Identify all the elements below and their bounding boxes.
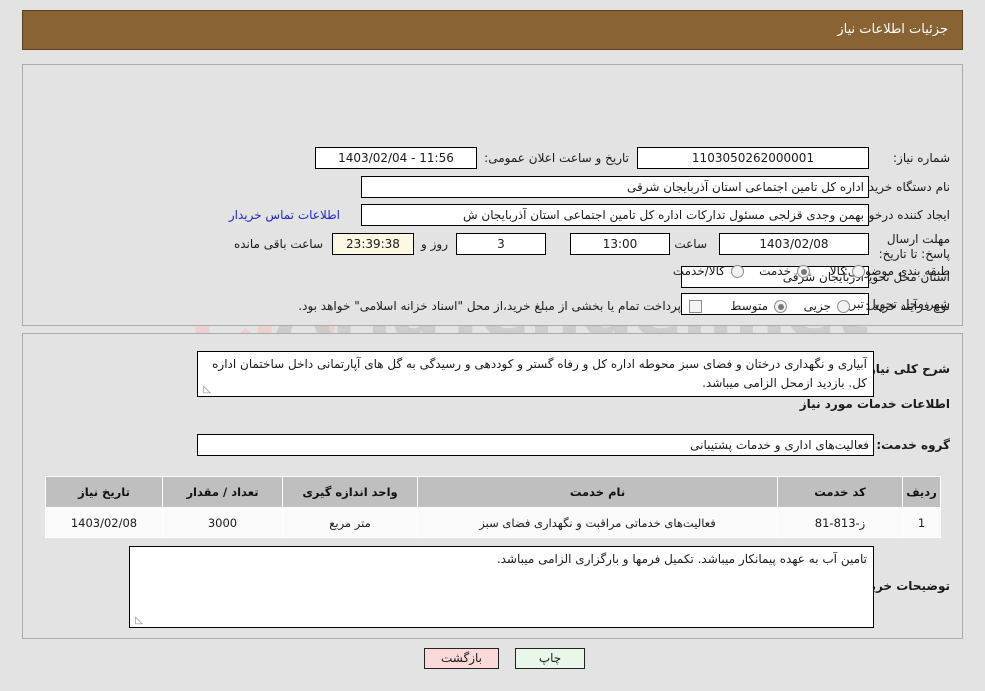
print-button[interactable]: چاپ bbox=[515, 648, 585, 669]
radio-process-motevasset[interactable] bbox=[774, 300, 787, 313]
cell-radif: 1 bbox=[902, 507, 941, 538]
deadline-label: مهلت ارسال پاسخ: تا تاریخ: bbox=[878, 232, 950, 261]
table-row: 1 ز-813-81 فعالیت‌های خدماتی مراقبت و نگ… bbox=[45, 507, 941, 538]
radio-category-kala[interactable] bbox=[852, 265, 865, 278]
need-number-label: شماره نیاز: bbox=[893, 151, 950, 165]
hour-label: ساعت bbox=[674, 237, 707, 251]
col-service-name: نام خدمت bbox=[417, 476, 778, 508]
public-announce-field: 11:56 - 1403/02/04 bbox=[315, 147, 477, 169]
col-need-date: تاریخ نیاز bbox=[45, 476, 163, 508]
radio-category-kala-khedmat[interactable] bbox=[731, 265, 744, 278]
radio-process-jozei-label: جزیی bbox=[803, 299, 831, 313]
days-remaining-field: 3 bbox=[456, 233, 546, 255]
page-header-bar: جزئیات اطلاعات نیاز bbox=[22, 10, 963, 50]
deadline-date-field: 1403/02/08 bbox=[719, 233, 869, 255]
cell-need-date: 1403/02/08 bbox=[45, 507, 163, 538]
cell-service-name: فعالیت‌های خدماتی مراقبت و نگهداری فضای … bbox=[417, 507, 778, 538]
service-group-label: گروه خدمت: bbox=[876, 438, 950, 452]
resize-grip-icon[interactable]: ◺ bbox=[201, 385, 211, 395]
buyer-notes-textarea[interactable]: تامین آب به عهده پیمانکار میباشد. تکمیل … bbox=[129, 546, 874, 628]
buyer-org-label: نام دستگاه خریدار: bbox=[855, 180, 951, 194]
cell-quantity: 3000 bbox=[162, 507, 283, 538]
general-desc-textarea[interactable]: آبیاری و نگهداری درختان و فضای سبز محوطه… bbox=[197, 351, 874, 397]
cell-unit: متر مربع bbox=[282, 507, 418, 538]
col-unit: واحد اندازه گیری bbox=[282, 476, 418, 508]
radio-category-khedmat[interactable] bbox=[797, 265, 810, 278]
radio-category-kala-label: کالا bbox=[829, 264, 846, 278]
col-radif: ردیف bbox=[902, 476, 941, 508]
general-desc-label: شرح کلی نیاز: bbox=[864, 362, 950, 376]
radio-category-kala-khedmat-label: کالا/خدمت bbox=[672, 264, 725, 278]
page-title: جزئیات اطلاعات نیاز bbox=[837, 22, 948, 37]
col-service-code: کد خدمت bbox=[777, 476, 903, 508]
public-announce-label: تاریخ و ساعت اعلان عمومی: bbox=[484, 151, 629, 165]
hour-value-field: 13:00 bbox=[570, 233, 670, 255]
services-table: ردیف کد خدمت نام خدمت واحد اندازه گیری ت… bbox=[45, 476, 941, 538]
col-quantity: تعداد / مقدار bbox=[162, 476, 283, 508]
days-label: روز و bbox=[421, 237, 448, 251]
service-group-field: فعالیت‌های اداری و خدمات پشتیبانی bbox=[197, 434, 874, 456]
buyer-org-field: اداره کل تامین اجتماعی استان آذربایجان ش… bbox=[361, 176, 869, 198]
back-button[interactable]: بازگشت bbox=[424, 648, 499, 669]
radio-category-khedmat-label: خدمت bbox=[759, 264, 791, 278]
general-desc-text: آبیاری و نگهداری درختان و فضای سبز محوطه… bbox=[212, 357, 867, 390]
process-type-label: نوع فرآیند خرید : bbox=[865, 299, 950, 313]
countdown-field: 23:39:38 bbox=[332, 233, 414, 255]
resize-grip-icon-notes[interactable]: ◺ bbox=[133, 616, 143, 626]
radio-process-motevasset-label: متوسط bbox=[730, 299, 768, 313]
table-header-row: ردیف کد خدمت نام خدمت واحد اندازه گیری ت… bbox=[45, 476, 941, 508]
need-number-field: 1103050262000001 bbox=[637, 147, 869, 169]
radio-process-jozei[interactable] bbox=[837, 300, 850, 313]
treasury-bonds-label: پرداخت تمام یا بخشی از مبلغ خرید،از محل … bbox=[298, 299, 681, 313]
buyer-contact-link[interactable]: اطلاعات تماس خریدار bbox=[229, 208, 340, 222]
treasury-bonds-checkbox[interactable] bbox=[689, 300, 702, 313]
remaining-hours-label: ساعت باقی مانده bbox=[233, 237, 323, 251]
buyer-notes-text: تامین آب به عهده پیمانکار میباشد. تکمیل … bbox=[496, 552, 867, 566]
need-info-panel: شماره نیاز: 1103050262000001 تاریخ و ساع… bbox=[22, 64, 963, 326]
cell-service-code: ز-813-81 bbox=[777, 507, 903, 538]
requester-field: بهمن وجدی قزلجی مسئول تدارکات اداره کل ت… bbox=[361, 204, 869, 226]
services-info-title: اطلاعات خدمات مورد نیاز bbox=[799, 397, 950, 411]
